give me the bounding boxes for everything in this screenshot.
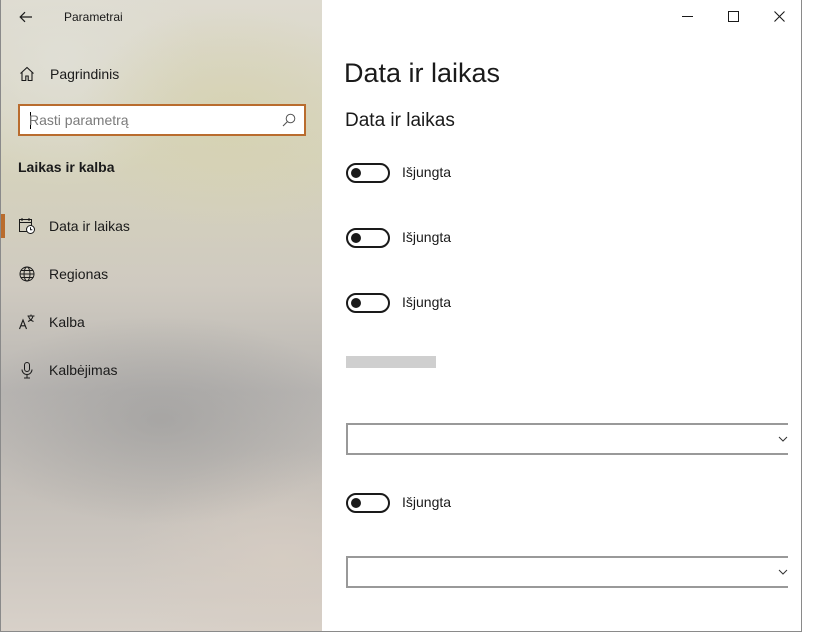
- language-icon: [18, 314, 35, 330]
- dropdown-select[interactable]: [346, 556, 788, 588]
- sidebar-item-label: Kalba: [49, 314, 85, 330]
- sidebar-item-label: Kalbėjimas: [49, 362, 118, 378]
- toggle-knob: [351, 298, 361, 308]
- close-button[interactable]: [756, 0, 801, 32]
- back-arrow-icon: [19, 11, 32, 23]
- toggle-switch[interactable]: [346, 163, 390, 183]
- sidebar-item-language[interactable]: Kalba: [1, 302, 322, 342]
- settings-window: Parametrai Pagrindinis Laikas ir kalba: [0, 0, 802, 632]
- toggle-knob: [351, 168, 361, 178]
- search-icon[interactable]: [282, 113, 296, 127]
- toggle-switch[interactable]: [346, 293, 390, 313]
- toggle-row: Išjungta: [346, 493, 546, 517]
- chevron-down-icon: [778, 436, 788, 442]
- calendar-clock-icon: [19, 218, 35, 234]
- toggle-state-label: Išjungta: [402, 229, 452, 245]
- page-title: Data ir laikas: [344, 58, 501, 88]
- maximize-button[interactable]: [710, 0, 756, 32]
- content-pane: Data ir laikas Data ir laikas Išjungta I…: [322, 0, 801, 631]
- nav-home[interactable]: Pagrindinis: [1, 58, 322, 90]
- toggle-knob: [351, 498, 361, 508]
- minimize-button[interactable]: [664, 0, 710, 32]
- sidebar-item-date-time[interactable]: Data ir laikas: [1, 206, 322, 246]
- maximize-icon: [727, 10, 739, 22]
- microphone-icon: [21, 362, 33, 379]
- sidebar-item-region[interactable]: Regionas: [1, 254, 322, 294]
- globe-icon: [19, 266, 35, 282]
- toggle-switch[interactable]: [346, 493, 390, 513]
- sidebar-item-label: Regionas: [49, 266, 109, 282]
- search-box[interactable]: [18, 104, 306, 136]
- nav-home-label: Pagrindinis: [50, 66, 120, 82]
- toggle-switch[interactable]: [346, 228, 390, 248]
- section-title: Laikas ir kalba: [18, 159, 115, 175]
- toggle-row: Išjungta: [346, 293, 546, 317]
- navigation-pane: Parametrai Pagrindinis Laikas ir kalba: [1, 0, 322, 631]
- section-heading: Data ir laikas: [345, 110, 455, 131]
- toggle-knob: [351, 233, 361, 243]
- selection-indicator: [1, 214, 5, 238]
- home-icon: [20, 66, 34, 82]
- search-input[interactable]: [29, 111, 269, 129]
- toggle-state-label: Išjungta: [402, 494, 452, 510]
- toggle-row: Išjungta: [346, 163, 546, 187]
- toggle-state-label: Išjungta: [402, 294, 452, 310]
- app-title: Parametrai: [64, 10, 123, 24]
- toggle-row: Išjungta: [346, 228, 546, 252]
- minimize-icon: [681, 15, 693, 17]
- loading-placeholder: [346, 356, 436, 368]
- back-button[interactable]: [15, 6, 37, 28]
- toggle-state-label: Išjungta: [402, 164, 452, 180]
- dropdown-select[interactable]: [346, 423, 788, 455]
- sidebar-item-speech[interactable]: Kalbėjimas: [1, 350, 322, 390]
- close-icon: [773, 10, 785, 22]
- chevron-down-icon: [778, 569, 788, 575]
- sidebar-item-label: Data ir laikas: [49, 218, 130, 234]
